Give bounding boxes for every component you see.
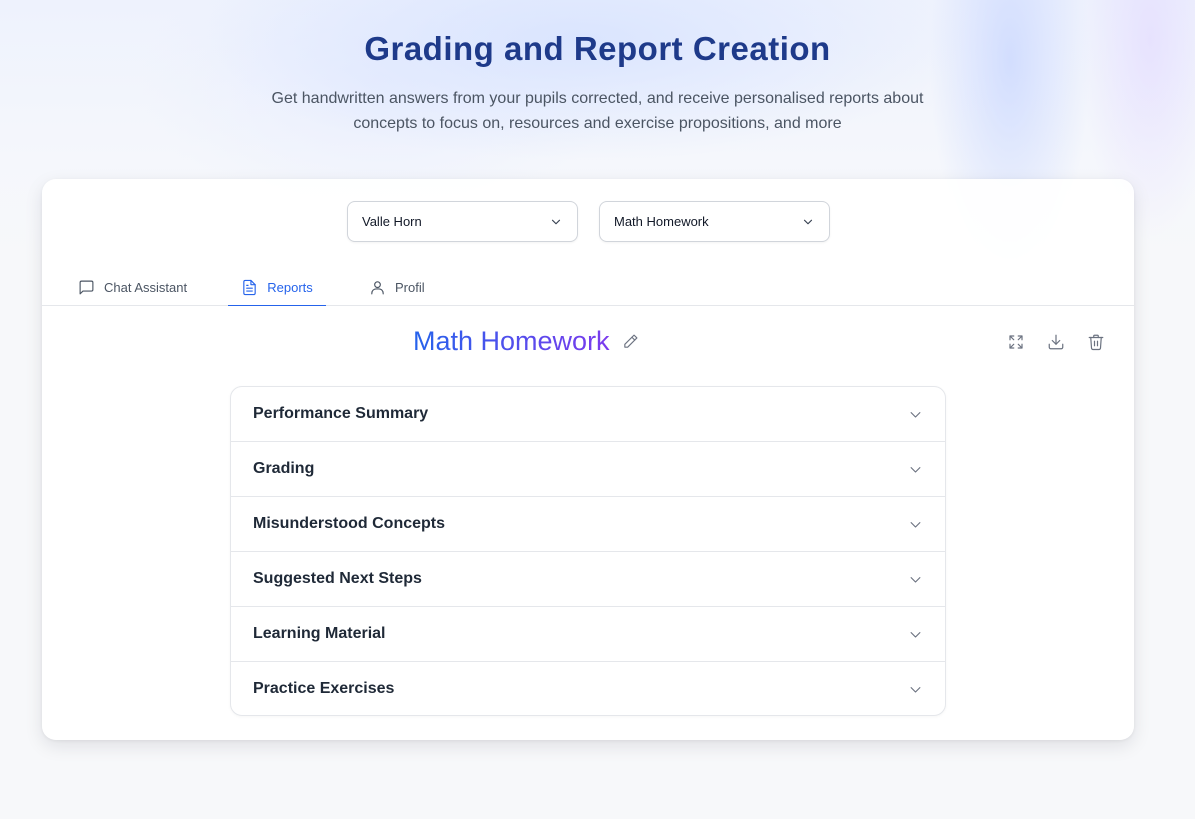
section-misunderstood-concepts[interactable]: Misunderstood Concepts (231, 497, 945, 552)
section-label: Practice Exercises (253, 680, 395, 697)
chevron-down-icon (910, 631, 921, 638)
tab-label: Reports (267, 279, 313, 295)
section-label: Performance Summary (253, 405, 429, 422)
report-actions (1007, 333, 1105, 351)
section-label: Grading (253, 460, 315, 477)
user-icon (371, 280, 384, 294)
student-select-value: Valle Horn (362, 214, 422, 229)
tab-bar: Chat Assistant Reports Profil (42, 269, 1134, 306)
chat-bubble-icon (79, 280, 94, 294)
pencil-icon[interactable] (622, 333, 639, 350)
chevron-down-icon (803, 219, 813, 224)
section-practice-exercises[interactable]: Practice Exercises (231, 662, 945, 715)
section-suggested-next-steps[interactable]: Suggested Next Steps (231, 552, 945, 607)
download-icon[interactable] (1047, 333, 1065, 351)
section-grading[interactable]: Grading (231, 442, 945, 497)
student-select[interactable]: Valle Horn (347, 201, 578, 242)
section-label: Misunderstood Concepts (253, 515, 446, 532)
tab-label: Chat Assistant (104, 279, 188, 295)
page-title: Grading and Report Creation (364, 30, 831, 67)
tab-reports[interactable]: Reports (228, 269, 326, 306)
tab-chat-assistant[interactable]: Chat Assistant (78, 269, 187, 305)
assignment-select[interactable]: Math Homework (599, 201, 830, 242)
report-title: Math Homework (413, 326, 639, 357)
tab-label: Profil (395, 279, 425, 295)
section-label: Learning Material (253, 625, 386, 642)
chevron-down-icon (551, 219, 561, 224)
section-learning-material[interactable]: Learning Material (231, 607, 945, 662)
expand-icon[interactable] (1007, 333, 1025, 351)
report-title-text: Math Homework (413, 326, 610, 356)
main-card: Valle Horn Math Homework Chat Assistant … (42, 179, 1134, 740)
document-icon (243, 279, 256, 295)
chevron-down-icon (910, 466, 921, 473)
chevron-down-icon (910, 576, 921, 583)
tab-profil[interactable]: Profil (369, 269, 425, 305)
section-performance-summary[interactable]: Performance Summary (231, 387, 945, 442)
chevron-down-icon (910, 411, 921, 418)
chevron-down-icon (910, 521, 921, 528)
report-sections: Performance Summary Grading Misunderstoo… (230, 386, 946, 716)
trash-icon[interactable] (1087, 333, 1105, 351)
assignment-select-value: Math Homework (614, 214, 709, 229)
section-label: Suggested Next Steps (253, 570, 422, 587)
page-subtitle: Get handwritten answers from your pupils… (271, 90, 924, 132)
page-header: Grading and Report Creation Get handwrit… (0, 30, 1195, 136)
chevron-down-icon (910, 686, 921, 693)
